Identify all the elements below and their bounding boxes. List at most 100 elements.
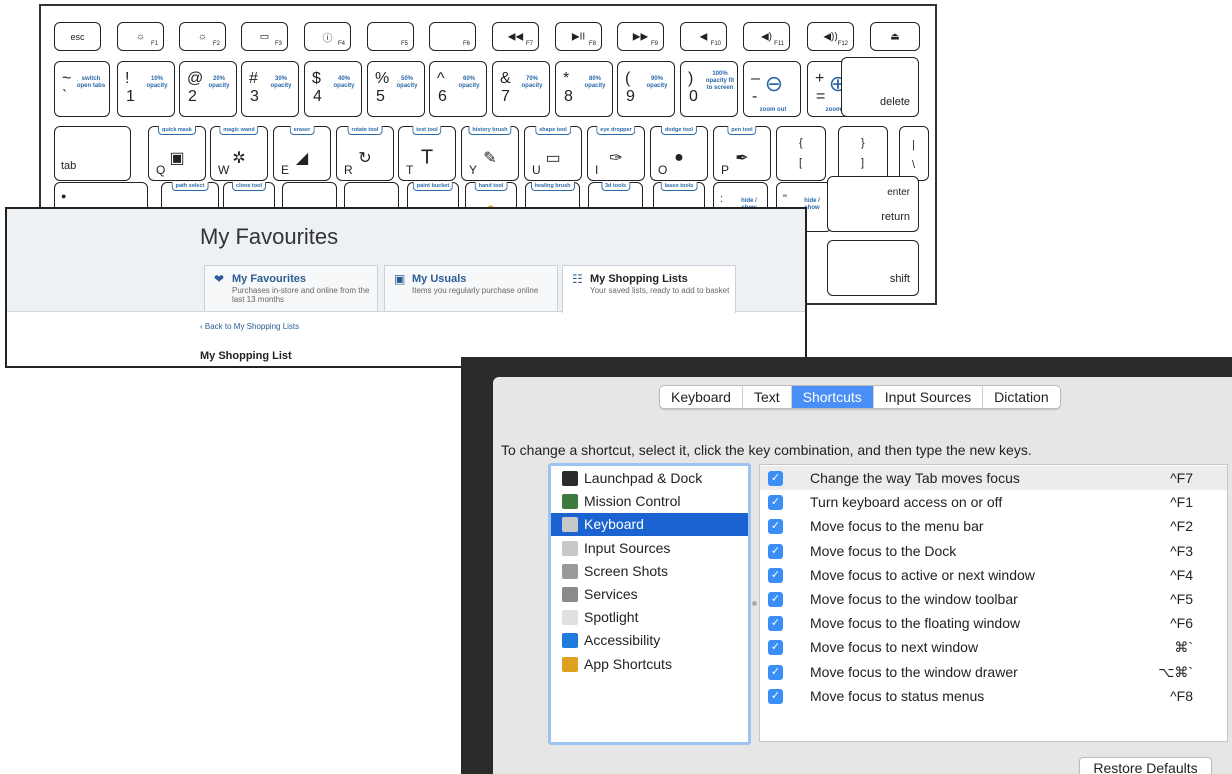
shortcut-keys[interactable]: ^F5 bbox=[1170, 587, 1193, 611]
tab-my-favourites[interactable]: ❤ My Favourites Purchases in-store and o… bbox=[204, 265, 378, 311]
shortcut-checkbox[interactable]: ✓ bbox=[768, 616, 783, 632]
shortcut-row[interactable]: ✓ Turn keyboard access on or off ^F1 bbox=[760, 490, 1227, 514]
shortcut-row[interactable]: ✓ Move focus to status menus ^F8 bbox=[760, 684, 1227, 708]
shortcut-keys[interactable]: ⌥⌘` bbox=[1158, 660, 1193, 684]
number-key[interactable]: – - zoom out ⊖ bbox=[743, 61, 801, 117]
shortcut-keys[interactable]: ^F1 bbox=[1170, 490, 1193, 514]
fn-key[interactable]: F5 bbox=[367, 22, 414, 51]
shortcut-checkbox[interactable]: ✓ bbox=[768, 567, 783, 583]
letter-key[interactable]: Ododge tool ● bbox=[650, 126, 708, 181]
tool-icon: ↻ bbox=[358, 149, 372, 167]
shortcut-row[interactable]: ✓ Move focus to the Dock ^F3 bbox=[760, 539, 1227, 563]
tab-my-usuals[interactable]: ▣ My Usuals Items you regularly purchase… bbox=[384, 265, 558, 311]
shortcut-keys[interactable]: ^F8 bbox=[1170, 684, 1193, 708]
shortcut-keys[interactable]: ^F6 bbox=[1170, 611, 1193, 635]
shortcut-label: Move focus to the floating window bbox=[810, 615, 1021, 632]
number-key[interactable]: & 7 70% opacity bbox=[492, 61, 550, 117]
shortcut-list[interactable]: ✓ Change the way Tab moves focus ^F7 ✓ Turn … bbox=[759, 464, 1228, 742]
number-key[interactable]: #3 30% opacity bbox=[241, 61, 299, 117]
number-key[interactable]: * 8 80% opacity bbox=[555, 61, 613, 117]
shortcut-checkbox[interactable]: ✓ bbox=[768, 495, 783, 511]
number-key[interactable]: $4 40% opacity bbox=[304, 61, 362, 117]
shortcut-checkbox[interactable]: ✓ bbox=[768, 688, 783, 704]
shift-key[interactable]: shift bbox=[827, 240, 919, 296]
number-key[interactable]: (9 90% opacity bbox=[617, 61, 675, 117]
fn-key[interactable]: ▭ F3 bbox=[241, 22, 288, 51]
fn-key[interactable]: esc bbox=[54, 22, 101, 51]
fn-key[interactable]: ◀)) F12 bbox=[807, 22, 854, 51]
shortcut-row[interactable]: ✓ Move focus to the floating window ^F6 bbox=[760, 611, 1227, 635]
shortcut-keys[interactable]: ^F4 bbox=[1170, 563, 1193, 587]
fn-key[interactable]: F6 bbox=[429, 22, 476, 51]
shortcut-checkbox[interactable]: ✓ bbox=[768, 471, 783, 486]
shortcut-row[interactable]: ✓ Move focus to the window drawer ⌥⌘` bbox=[760, 660, 1227, 684]
fn-key[interactable]: ☼ F2 bbox=[179, 22, 226, 51]
category-item[interactable]: Mission Control bbox=[551, 490, 748, 513]
shortcut-row[interactable]: ✓ Change the way Tab moves focus ^F7 bbox=[760, 466, 1227, 490]
backslash-key[interactable]: | \ bbox=[899, 126, 929, 181]
letter-key[interactable]: Ttext tool T bbox=[398, 126, 456, 181]
fn-key[interactable]: ⓘ F4 bbox=[304, 22, 351, 51]
number-key[interactable]: @2 20% opacity bbox=[179, 61, 237, 117]
key-label: enter bbox=[887, 187, 910, 198]
letter-key[interactable]: Rrotate tool ↻ bbox=[336, 126, 394, 181]
number-key[interactable]: ! 1 10% opacity bbox=[117, 61, 175, 117]
fn-key[interactable]: ◀ F10 bbox=[680, 22, 727, 51]
letter-key[interactable]: Wmagic wand ✲ bbox=[210, 126, 268, 181]
shortcut-row[interactable]: ✓ Move focus to next window ⌘` bbox=[760, 635, 1227, 659]
shortcut-checkbox[interactable]: ✓ bbox=[768, 519, 783, 535]
fn-key[interactable]: ▶▶ F9 bbox=[617, 22, 664, 51]
number-key[interactable]: ^ 6 60% opacity bbox=[429, 61, 487, 117]
fn-key[interactable]: ⏏ bbox=[870, 22, 920, 51]
category-item[interactable]: Screen Shots bbox=[551, 560, 748, 583]
number-key[interactable]: % 5 50% opacity bbox=[367, 61, 425, 117]
shortcut-keys[interactable]: ^F2 bbox=[1170, 514, 1193, 538]
fn-key[interactable]: ☼ F1 bbox=[117, 22, 164, 51]
delete-key[interactable]: delete bbox=[841, 57, 919, 117]
shortcut-checkbox[interactable]: ✓ bbox=[768, 640, 783, 656]
shortcut-row[interactable]: ✓ Move focus to the menu bar ^F2 bbox=[760, 514, 1227, 538]
back-to-lists-link[interactable]: ‹ Back to My Shopping Lists bbox=[200, 322, 299, 331]
tab-title: My Shopping Lists bbox=[590, 273, 688, 285]
shortcut-keys[interactable]: ^F7 bbox=[1170, 466, 1193, 490]
category-item[interactable]: App Shortcuts bbox=[551, 653, 748, 676]
shortcut-row[interactable]: ✓ Move focus to active or next window ^F4 bbox=[760, 563, 1227, 587]
tab-text[interactable]: Text bbox=[743, 386, 792, 408]
tab-input-sources[interactable]: Input Sources bbox=[874, 386, 984, 408]
shortcut-keys[interactable]: ^F3 bbox=[1170, 539, 1193, 563]
letter-key[interactable]: }] bbox=[838, 126, 888, 181]
category-list[interactable]: Launchpad & Dock Mission Control Keyboard I… bbox=[548, 463, 751, 745]
key-label: 4 bbox=[313, 88, 322, 105]
letter-key[interactable]: Yhistory brush ✎ bbox=[461, 126, 519, 181]
category-item[interactable]: Keyboard bbox=[551, 513, 748, 537]
category-item[interactable]: Services bbox=[551, 583, 748, 606]
number-key[interactable]: ) 0 100% opacity fit to screen bbox=[680, 61, 738, 117]
fn-key[interactable]: ◀◀ F7 bbox=[492, 22, 539, 51]
splitter-handle[interactable] bbox=[752, 601, 757, 606]
shortcut-checkbox[interactable]: ✓ bbox=[768, 664, 783, 680]
letter-key[interactable]: Ushape tool ▭ bbox=[524, 126, 582, 181]
shortcut-keys[interactable]: ⌘` bbox=[1174, 635, 1193, 659]
tab-my-shopping-lists[interactable]: ☷ My Shopping Lists Your saved lists, re… bbox=[562, 265, 736, 313]
shortcut-row[interactable]: ✓ Move focus to the window toolbar ^F5 bbox=[760, 587, 1227, 611]
category-item[interactable]: Spotlight bbox=[551, 606, 748, 629]
number-key[interactable]: ~ ` switch open tabs bbox=[54, 61, 110, 117]
letter-key[interactable]: Ieye dropper ✑ bbox=[587, 126, 645, 181]
letter-key[interactable]: Qquick mask ▣ bbox=[148, 126, 206, 181]
shortcut-checkbox[interactable]: ✓ bbox=[768, 543, 783, 559]
letter-key[interactable]: {[ bbox=[776, 126, 826, 181]
letter-key[interactable]: Eeraser ◢ bbox=[273, 126, 331, 181]
tab-keyboard[interactable]: Keyboard bbox=[660, 386, 743, 408]
letter-key[interactable]: Ppen tool ✒ bbox=[713, 126, 771, 181]
fn-key[interactable]: ▶II F8 bbox=[555, 22, 602, 51]
enter-key[interactable]: enter return bbox=[827, 176, 919, 232]
category-item[interactable]: Launchpad & Dock bbox=[551, 467, 748, 490]
letter-key[interactable]: tab bbox=[54, 126, 131, 181]
tab-shortcuts[interactable]: Shortcuts bbox=[791, 386, 874, 408]
restore-defaults-button[interactable]: Restore Defaults bbox=[1079, 757, 1212, 774]
category-item[interactable]: Accessibility bbox=[551, 629, 748, 652]
tab-dictation[interactable]: Dictation bbox=[983, 386, 1059, 408]
shortcut-checkbox[interactable]: ✓ bbox=[768, 592, 783, 607]
category-item[interactable]: Input Sources bbox=[551, 537, 748, 560]
fn-key[interactable]: ◀) F11 bbox=[743, 22, 790, 51]
